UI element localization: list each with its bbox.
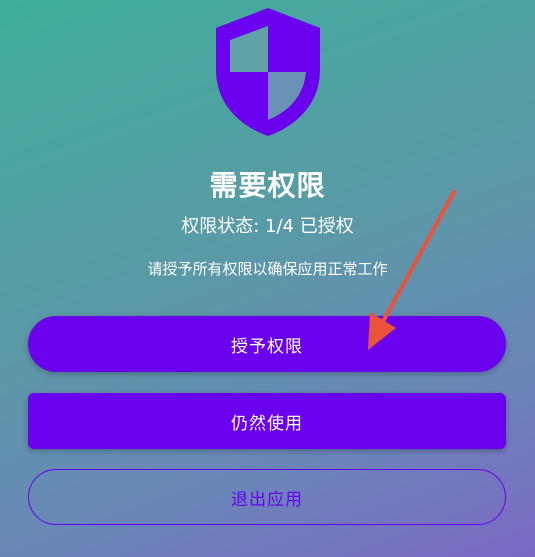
page-title: 需要权限 <box>209 169 326 202</box>
permission-status: 权限状态: 1/4 已授权 <box>181 216 354 237</box>
permission-description: 请授予所有权限以确保应用正常工作 <box>147 260 388 278</box>
exit-app-button[interactable]: 退出应用 <box>28 469 506 525</box>
grant-permission-button[interactable]: 授予权限 <box>28 316 506 372</box>
shield-icon <box>212 6 324 138</box>
continue-anyway-button[interactable]: 仍然使用 <box>28 393 506 449</box>
